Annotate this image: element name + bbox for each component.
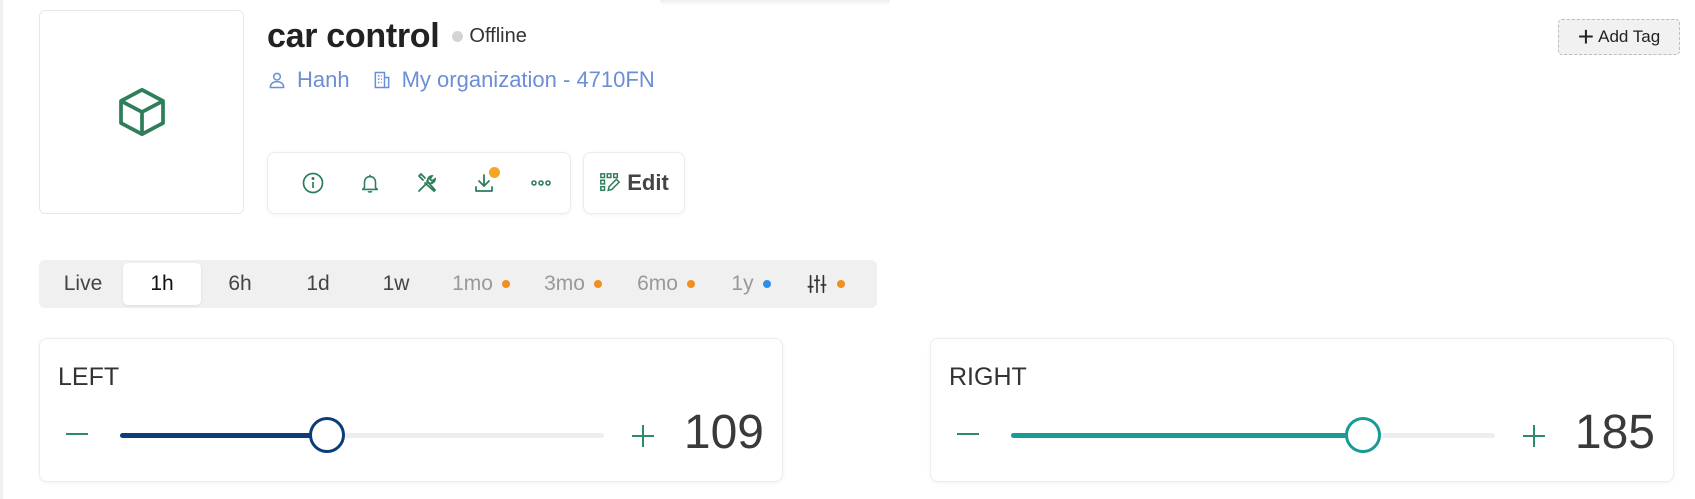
slider-card-left: LEFT 109 [39,338,783,482]
download-badge [488,167,500,178]
more-button[interactable] [513,161,570,205]
status-text: Offline [469,24,527,47]
range-label: 3mo [544,272,585,295]
upgrade-dot [593,280,602,288]
slider-track[interactable] [1011,417,1495,453]
time-range-selector: Live 1h 6h 1d 1w 1mo 3mo 6mo 1y [39,260,877,308]
range-label: Live [63,272,103,295]
owner-name: Hanh [297,67,350,92]
range-label: 6h [228,272,252,295]
edit-label: Edit [627,170,669,195]
range-live[interactable]: Live [43,263,123,305]
top-tab-shadow [660,0,890,6]
add-tag-label: Add Tag [1598,27,1661,46]
range-1d[interactable]: 1d [279,263,357,305]
range-3mo[interactable]: 3mo [527,263,619,305]
more-icon [531,180,552,186]
slider-thumb[interactable] [1345,417,1382,453]
download-button[interactable] [456,161,513,205]
dashboard-edit-icon [600,173,621,192]
device-image-card[interactable] [39,10,244,214]
slider-value: 109 [683,406,764,459]
range-6mo[interactable]: 6mo [619,263,713,305]
device-action-bar [267,152,571,214]
slider-card-right: RIGHT 185 [930,338,1674,482]
device-header: car control Offline [267,14,527,58]
range-label: 1d [306,272,330,295]
slider-thumb[interactable] [308,417,345,453]
range-1h[interactable]: 1h [123,263,201,305]
tools-button[interactable] [398,161,455,205]
edit-button[interactable]: Edit [583,152,685,214]
tools-icon [418,173,437,193]
increment-button[interactable] [1521,423,1547,449]
info-button[interactable] [284,161,341,205]
slider-label: LEFT [58,363,120,391]
device-meta: Hanh My organization - 4710FN [267,64,655,96]
organization-link[interactable]: My organization - 4710FN [372,67,655,93]
range-label: 1mo [452,272,493,295]
range-1y[interactable]: 1y [713,263,789,305]
range-label: 1y [731,272,754,295]
user-icon [269,72,285,89]
status-dot [452,30,464,42]
upgrade-dot [686,280,695,288]
upgrade-dot [501,280,510,288]
upgrade-dot [762,280,771,288]
decrement-button[interactable] [955,423,981,443]
organization-name: My organization - 4710FN [401,67,655,92]
slider-fill [1011,433,1364,438]
sliders-icon [806,274,827,294]
range-label: 1w [382,272,410,295]
building-icon [374,71,390,89]
range-label: 6mo [637,272,678,295]
bell-icon [361,174,378,193]
range-label: 1h [150,272,174,295]
decrement-button[interactable] [64,423,90,443]
device-title: car control [267,16,440,55]
range-1w[interactable]: 1w [357,263,435,305]
slider-fill [120,433,327,438]
cube-icon [118,87,165,137]
info-icon [302,172,323,194]
custom-range-button[interactable] [789,263,861,305]
slider-label: RIGHT [949,363,1027,391]
owner-link[interactable]: Hanh [267,67,350,93]
slider-track[interactable] [120,417,604,453]
upgrade-dot [836,280,845,288]
slider-value: 185 [1574,406,1655,459]
range-6h[interactable]: 6h [201,263,279,305]
add-tag-button[interactable]: + Add Tag [1558,19,1680,55]
increment-button[interactable] [630,423,656,449]
left-edge-divider [0,0,3,499]
plus-icon: + [1577,21,1595,52]
notifications-button[interactable] [341,161,398,205]
range-1mo[interactable]: 1mo [435,263,527,305]
